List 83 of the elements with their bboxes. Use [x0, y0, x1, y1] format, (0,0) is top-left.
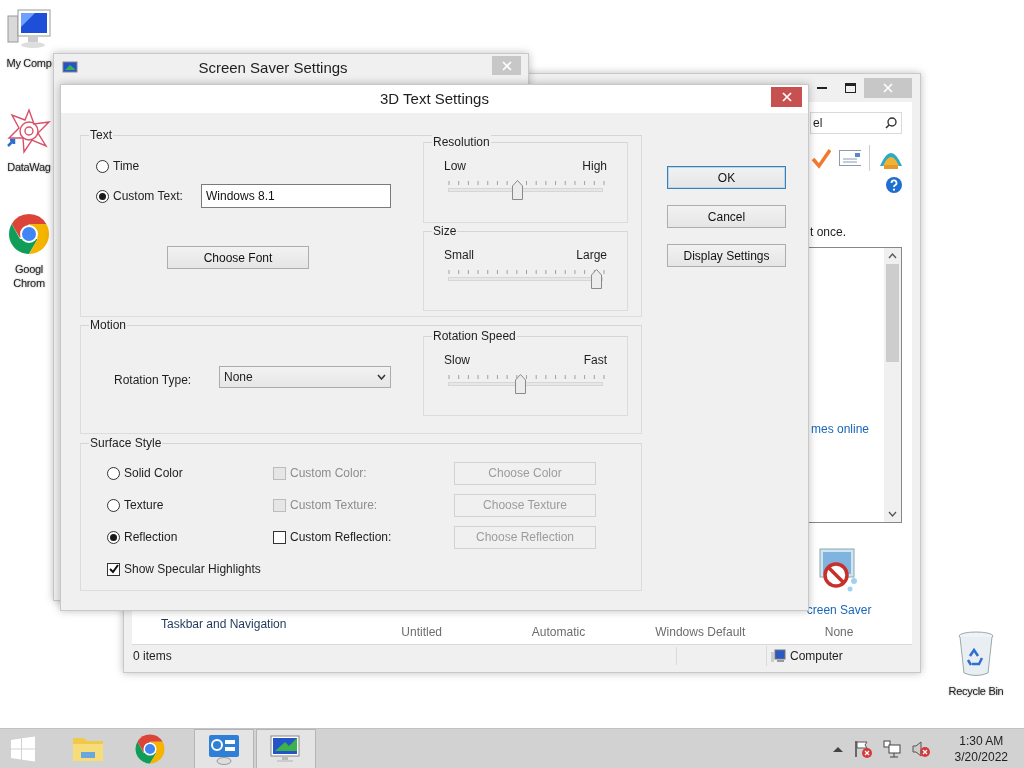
radio-button[interactable]: [96, 189, 109, 203]
scroll-thumb[interactable]: [886, 264, 899, 362]
checkbox-label: Custom Color:: [290, 465, 367, 482]
close-icon: [781, 92, 792, 102]
help-icon[interactable]: [886, 177, 902, 193]
checkmark-icon[interactable]: [810, 147, 831, 169]
status-text: 0 items: [132, 646, 677, 665]
checkbox-label: Custom Texture:: [290, 497, 378, 514]
search-icon: [885, 117, 897, 129]
group-title: Motion: [89, 318, 128, 332]
close-icon: [883, 83, 893, 93]
control-panel-icon[interactable]: [207, 732, 241, 765]
search-field[interactable]: el: [810, 112, 902, 134]
dialog-button[interactable]: OK: [667, 166, 786, 189]
radio-button[interactable]: [96, 159, 109, 173]
minimize-icon: [817, 86, 827, 90]
custom-text-field[interactable]: Windows 8.1: [201, 184, 391, 208]
group-title: Size: [432, 224, 458, 238]
screen-saver-link[interactable]: creen Saver: [806, 601, 872, 619]
radio-button[interactable]: [107, 466, 120, 480]
chrome-icon: [7, 212, 51, 256]
chevron-up-icon[interactable]: [832, 745, 843, 752]
setting-value: Windows Default: [655, 625, 746, 639]
slider-thumb[interactable]: [511, 180, 523, 200]
computer-icon: [6, 8, 52, 50]
chrome-icon[interactable]: [134, 732, 166, 765]
recycle-bin-icon: [956, 630, 996, 678]
checkbox-label[interactable]: Custom Reflection:: [290, 528, 392, 546]
radio-label[interactable]: Custom Text:: [113, 187, 197, 205]
slider-max-label: Fast: [583, 352, 607, 369]
setting-value: Untitled: [401, 625, 442, 639]
flag-icon[interactable]: [852, 738, 873, 759]
description-text: t once.: [810, 224, 848, 241]
status-text: Computer: [790, 647, 843, 665]
window-title: Screen Saver Settings: [197, 57, 349, 78]
desktop-icon-label[interactable]: My Comp: [6, 56, 52, 70]
choose-font-button[interactable]: Choose Font: [167, 246, 309, 269]
clock-time[interactable]: 1:30 AM: [959, 732, 1004, 749]
desktop-icon-label[interactable]: Googl Chrom: [9, 262, 49, 290]
group-title: Surface Style: [89, 436, 163, 450]
slider-thumb[interactable]: [591, 269, 603, 289]
maximize-icon: [844, 83, 856, 93]
group-title: Text: [89, 128, 113, 142]
group-title: Rotation Speed: [432, 329, 517, 343]
group-title: Resolution: [432, 135, 491, 149]
slider-max-label: Large: [576, 247, 607, 264]
rotation-type-dropdown[interactable]: None: [219, 366, 391, 388]
setting-value: None: [824, 624, 854, 641]
slider-min-label: Low: [444, 158, 466, 175]
desktop-icon-label[interactable]: Recycle Bin: [948, 684, 1004, 698]
taskbar-button[interactable]: [194, 728, 254, 768]
speaker-muted-icon[interactable]: [910, 739, 931, 758]
monitor-icon[interactable]: [269, 732, 303, 765]
radio-label[interactable]: Texture: [124, 496, 164, 514]
card-icon[interactable]: [838, 150, 861, 166]
radio-label[interactable]: Time: [113, 157, 197, 175]
close-button[interactable]: [771, 87, 802, 107]
radio-button[interactable]: [107, 530, 120, 544]
clock-date[interactable]: 3/20/2022: [954, 748, 1008, 765]
slider-thumb[interactable]: [514, 374, 526, 394]
slider-min-label: Slow: [444, 352, 470, 369]
checkbox-label[interactable]: Show Specular Highlights: [124, 560, 261, 578]
slider-min-label: Small: [444, 247, 474, 264]
checkbox[interactable]: [107, 562, 120, 576]
taskbar-button[interactable]: [256, 728, 316, 768]
dialog-button[interactable]: Display Settings: [667, 244, 786, 267]
radio-button[interactable]: [107, 498, 120, 512]
setting-value: Automatic: [531, 625, 586, 639]
field-label: Rotation Type:: [114, 372, 193, 389]
dialog-title: 3D Text Settings: [380, 88, 489, 109]
computer-icon: [770, 648, 786, 663]
star-pattern-icon: [6, 108, 52, 154]
desktop-icon-label[interactable]: DataWag: [7, 160, 51, 174]
radio-label[interactable]: Solid Color: [124, 464, 183, 482]
dialog-button[interactable]: Cancel: [667, 205, 786, 228]
checkbox[interactable]: [273, 530, 286, 544]
radio-label[interactable]: Reflection: [124, 528, 178, 546]
theme-link[interactable]: Taskbar and Navigation: [161, 617, 287, 631]
network-icon[interactable]: [882, 739, 901, 758]
caret-icon: [377, 374, 386, 380]
close-icon: [501, 60, 512, 71]
slider-max-label: High: [582, 158, 607, 175]
monitor-icon: [62, 61, 78, 75]
